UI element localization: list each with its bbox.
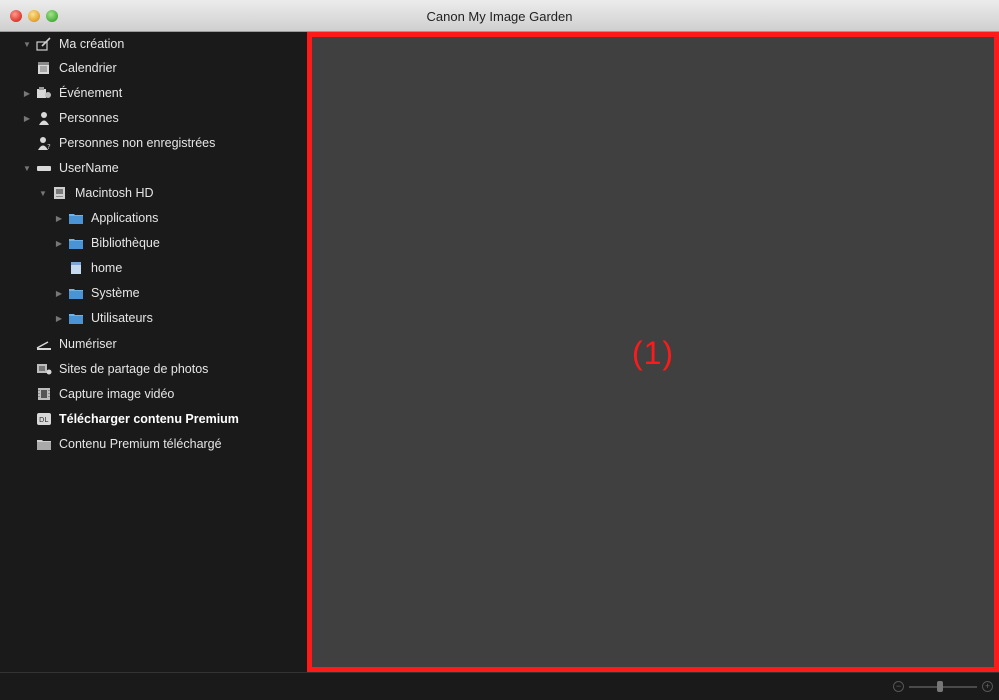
sidebar-item-label: Événement bbox=[59, 86, 123, 100]
document-icon bbox=[68, 261, 84, 275]
sidebar-item-ma-creation[interactable]: ▼ Ma création bbox=[22, 32, 124, 56]
sidebar-item-label: Calendrier bbox=[59, 61, 117, 75]
disclosure-triangle-icon[interactable]: ▶ bbox=[22, 88, 32, 98]
zoom-out-icon[interactable]: − bbox=[893, 681, 904, 692]
zoom-slider[interactable]: − + bbox=[893, 681, 993, 693]
sidebar: ▼ Ma création Calendrier ▶ Événement ▶ P… bbox=[0, 32, 307, 672]
folder-icon bbox=[68, 211, 84, 225]
sidebar-item-macintosh-hd[interactable]: ▼ Macintosh HD bbox=[38, 181, 154, 205]
title-bar: Canon My Image Garden bbox=[0, 0, 999, 32]
hard-disk-icon bbox=[52, 186, 68, 200]
unregistered-person-icon: ? bbox=[36, 136, 52, 150]
main-content-area[interactable]: (1) bbox=[307, 32, 999, 672]
disclosure-triangle-icon[interactable]: ▶ bbox=[22, 113, 32, 123]
folder-icon bbox=[68, 311, 84, 325]
sidebar-item-personnes[interactable]: ▶ Personnes bbox=[22, 106, 119, 130]
drive-icon bbox=[36, 161, 52, 175]
sidebar-item-label: Personnes non enregistrées bbox=[59, 136, 216, 150]
disclosure-triangle-icon[interactable]: ▼ bbox=[38, 188, 48, 198]
sidebar-item-capture-image-video[interactable]: Capture image vidéo bbox=[22, 382, 174, 406]
sidebar-item-systeme[interactable]: ▶ Système bbox=[54, 281, 140, 305]
calendar-icon bbox=[36, 61, 52, 75]
sidebar-item-label: Contenu Premium téléchargé bbox=[59, 437, 222, 451]
zoom-track[interactable] bbox=[909, 686, 977, 688]
sidebar-item-contenu-premium-telecharge[interactable]: Contenu Premium téléchargé bbox=[22, 432, 222, 456]
disclosure-triangle-icon[interactable]: ▶ bbox=[54, 288, 64, 298]
folder-icon bbox=[68, 236, 84, 250]
sidebar-item-utilisateurs[interactable]: ▶ Utilisateurs bbox=[54, 306, 153, 330]
sidebar-item-label: Sites de partage de photos bbox=[59, 362, 209, 376]
sidebar-item-personnes-non-enregistrees[interactable]: ? Personnes non enregistrées bbox=[22, 131, 215, 155]
sidebar-item-label: home bbox=[91, 261, 123, 275]
premium-folder-icon bbox=[36, 437, 52, 451]
callout-label: (1) bbox=[631, 335, 675, 371]
sidebar-item-evenement[interactable]: ▶ Événement bbox=[22, 81, 122, 105]
svg-text:?: ? bbox=[47, 143, 51, 150]
person-icon bbox=[36, 111, 52, 125]
disclosure-triangle-icon[interactable]: ▶ bbox=[54, 238, 64, 248]
sidebar-item-applications[interactable]: ▶ Applications bbox=[54, 206, 158, 230]
sidebar-item-label: Ma création bbox=[59, 37, 125, 51]
window-title: Canon My Image Garden bbox=[426, 9, 573, 24]
disclosure-triangle-icon[interactable]: ▶ bbox=[54, 313, 64, 323]
video-capture-icon bbox=[36, 387, 52, 401]
sidebar-item-bibliotheque[interactable]: ▶ Bibliothèque bbox=[54, 231, 160, 255]
sidebar-item-home[interactable]: home bbox=[54, 256, 122, 280]
sidebar-item-username[interactable]: ▼ UserName bbox=[22, 156, 119, 180]
disclosure-triangle-icon[interactable]: ▶ bbox=[54, 213, 64, 223]
sidebar-item-label: Personnes bbox=[59, 111, 119, 125]
sidebar-item-calendrier[interactable]: Calendrier bbox=[22, 56, 117, 80]
zoom-thumb[interactable] bbox=[937, 681, 943, 692]
zoom-in-icon[interactable]: + bbox=[982, 681, 993, 692]
folder-icon bbox=[68, 286, 84, 300]
sidebar-item-label: Numériser bbox=[59, 337, 117, 351]
sidebar-item-label: Système bbox=[91, 286, 140, 300]
sidebar-item-label: Utilisateurs bbox=[91, 311, 153, 325]
my-art-icon bbox=[36, 37, 52, 51]
sidebar-item-label: Capture image vidéo bbox=[59, 387, 175, 401]
sidebar-item-label: Applications bbox=[91, 211, 159, 225]
sidebar-item-label: Macintosh HD bbox=[75, 186, 154, 200]
premium-download-icon: DL bbox=[36, 412, 52, 426]
svg-text:DL: DL bbox=[39, 416, 48, 424]
sidebar-item-sites-de-partage[interactable]: Sites de partage de photos bbox=[22, 357, 208, 381]
scan-icon bbox=[36, 337, 52, 351]
bottom-bar: − + bbox=[0, 672, 999, 700]
sidebar-item-telecharger-contenu-premium[interactable]: DL Télécharger contenu Premium bbox=[22, 407, 239, 431]
photo-sharing-icon bbox=[36, 362, 52, 376]
sidebar-item-numeriser[interactable]: Numériser bbox=[22, 332, 117, 356]
disclosure-triangle-icon[interactable]: ▼ bbox=[22, 163, 32, 173]
sidebar-item-label: Télécharger contenu Premium bbox=[59, 412, 239, 426]
sidebar-item-label: UserName bbox=[59, 161, 119, 175]
sidebar-item-label: Bibliothèque bbox=[91, 236, 160, 250]
disclosure-triangle-icon[interactable]: ▼ bbox=[22, 39, 32, 49]
event-icon bbox=[36, 86, 52, 100]
